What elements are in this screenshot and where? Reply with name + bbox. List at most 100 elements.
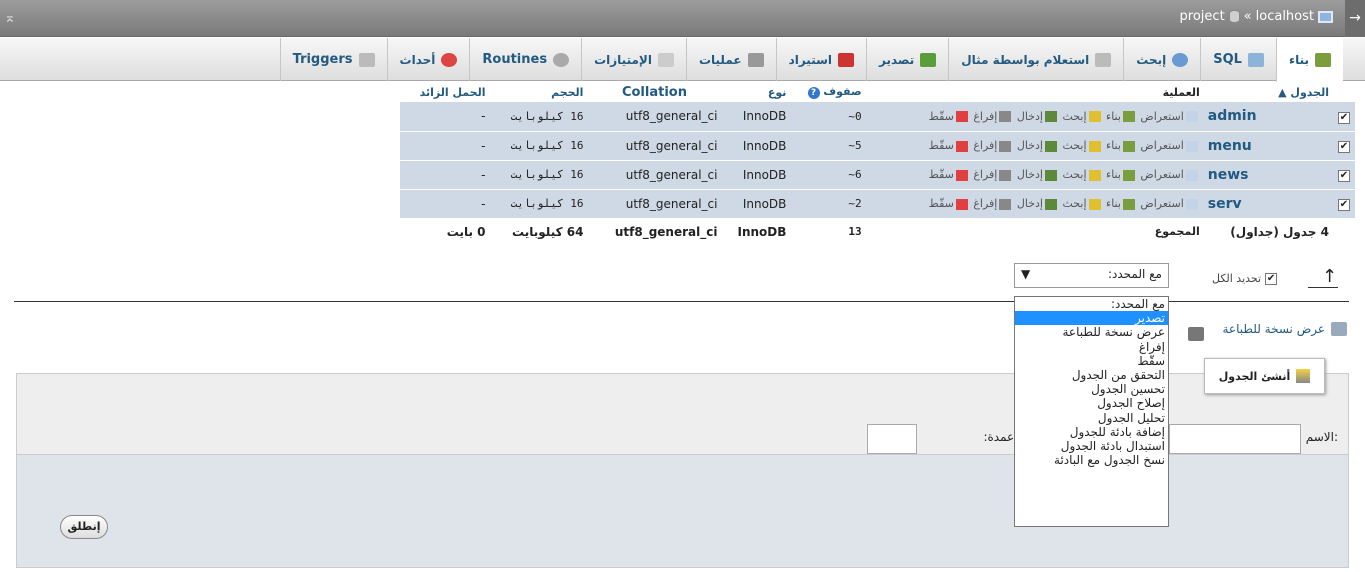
dropdown-option[interactable]: إضافة بادئة للجدول	[1015, 425, 1168, 439]
tab-routines[interactable]: Routines	[469, 38, 581, 81]
row-size: 16 كيلوبايت	[489, 102, 588, 132]
op-drop[interactable]: سقّط	[929, 168, 954, 181]
check-all-checkbox[interactable]: ✔	[1265, 272, 1278, 285]
row-collation: utf8_general_ci	[587, 131, 722, 161]
search-icon	[1088, 169, 1101, 181]
table-name[interactable]: admin	[1203, 102, 1333, 132]
summary-row: 4 جدول (جداول) المجموع 13 InnoDB utf8_ge…	[400, 218, 1355, 246]
insert-icon	[1044, 198, 1057, 210]
op-search[interactable]: إبحث	[1062, 168, 1086, 181]
op-drop[interactable]: سقّط	[929, 139, 954, 152]
tab-events[interactable]: أحداث	[386, 38, 470, 81]
with-selected-select[interactable]: مع المحدد: ▼	[1014, 263, 1169, 288]
tab-export[interactable]: تصدير	[866, 38, 948, 81]
col-rows[interactable]: صفوف ?	[790, 82, 866, 102]
row-type: InnoDB	[721, 160, 791, 190]
top-bar: ⌅ project « localhost →	[0, 0, 1365, 37]
print-view-link[interactable]: عرض نسخة للطباعة	[1223, 322, 1347, 336]
op-drop[interactable]: سقّط	[929, 197, 954, 210]
dropdown-option[interactable]: إفراغ	[1015, 340, 1168, 354]
database-icon	[1228, 10, 1240, 23]
col-overhead[interactable]: الحمل الزائد	[400, 82, 490, 102]
row-checkbox[interactable]: ✔	[1338, 199, 1350, 211]
tab-sql[interactable]: SQL	[1200, 38, 1276, 81]
columns-input[interactable]	[867, 424, 917, 454]
empty-icon	[999, 111, 1012, 123]
dropdown-option[interactable]: إصلاح الجدول	[1015, 396, 1168, 410]
op-empty[interactable]: إفراغ	[973, 110, 997, 123]
op-browse[interactable]: استعراض	[1140, 110, 1183, 123]
tab-search[interactable]: إبحث	[1123, 38, 1200, 81]
drop-icon	[955, 169, 968, 181]
dropdown-option[interactable]: مع المحدد:	[1015, 297, 1168, 311]
op-empty[interactable]: إفراغ	[973, 168, 997, 181]
op-structure[interactable]: بناء	[1106, 168, 1121, 181]
op-search[interactable]: إبحث	[1062, 110, 1086, 123]
row-overhead: -	[400, 160, 490, 190]
go-button[interactable]: إنطلق	[60, 515, 108, 539]
op-browse[interactable]: استعراض	[1140, 197, 1183, 210]
table-name-input[interactable]	[1169, 424, 1301, 454]
dropdown-option[interactable]: عرض نسخة للطباعة	[1015, 325, 1168, 339]
table-name[interactable]: news	[1203, 160, 1333, 190]
chevron-down-icon: ▼	[1021, 267, 1031, 281]
breadcrumb-server[interactable]: localhost	[1256, 9, 1314, 24]
row-checkbox[interactable]: ✔	[1338, 170, 1350, 182]
dropdown-option[interactable]: نسخ الجدول مع البادئة	[1015, 453, 1168, 467]
breadcrumb-db[interactable]: project	[1180, 9, 1225, 24]
op-empty[interactable]: إفراغ	[973, 197, 997, 210]
op-insert[interactable]: إدخال	[1017, 197, 1043, 210]
collapse-icon[interactable]: ⌅	[4, 4, 24, 32]
tab-structure[interactable]: بناء	[1275, 38, 1343, 82]
export-icon	[920, 52, 937, 67]
op-structure[interactable]: بناء	[1106, 139, 1121, 152]
op-browse[interactable]: استعراض	[1140, 168, 1183, 181]
help-icon[interactable]: ?	[807, 87, 820, 99]
row-checkbox[interactable]: ✔	[1338, 111, 1350, 124]
arrow-right-icon[interactable]: →	[1345, 0, 1365, 37]
tab-import[interactable]: استيراد	[775, 38, 866, 81]
row-checkbox[interactable]: ✔	[1338, 141, 1350, 153]
dropdown-option[interactable]: تحليل الجدول	[1015, 411, 1168, 425]
dropdown-option[interactable]: التحقق من الجدول	[1015, 368, 1168, 382]
col-collation[interactable]: Collation	[587, 82, 722, 102]
create-table-button[interactable]: أنشئ الجدول	[1204, 358, 1325, 394]
col-type[interactable]: نوع	[721, 82, 791, 102]
dropdown-option[interactable]: تصدير	[1015, 311, 1168, 326]
col-size[interactable]: الحجم	[489, 82, 588, 102]
row-overhead: -	[400, 131, 490, 161]
tab-bar: بناء SQL إبحث استعلام بواسطة مثال تصدير …	[0, 38, 1365, 82]
row-actions: استعراض بناء إبحث إدخال إفراغ سقّط	[865, 131, 1204, 161]
op-insert[interactable]: إدخال	[1017, 139, 1043, 152]
import-icon	[838, 52, 855, 67]
breadcrumb-sep: «	[1243, 9, 1252, 24]
empty-icon	[999, 198, 1012, 210]
tab-query[interactable]: استعلام بواسطة مثال	[948, 38, 1123, 81]
op-empty[interactable]: إفراغ	[973, 139, 997, 152]
op-insert[interactable]: إدخال	[1017, 168, 1043, 181]
op-insert[interactable]: إدخال	[1017, 110, 1043, 123]
row-collation: utf8_general_ci	[587, 102, 722, 132]
row-count: 5~	[790, 131, 866, 161]
dropdown-option[interactable]: استبدال بادئة الجدول	[1015, 439, 1168, 453]
op-structure[interactable]: بناء	[1106, 110, 1121, 123]
tab-operations[interactable]: عمليات	[685, 38, 776, 81]
tab-privileges[interactable]: الإمتيازات	[581, 38, 686, 81]
tab-triggers[interactable]: Triggers	[279, 38, 387, 81]
browse-icon	[1185, 169, 1198, 181]
dropdown-option[interactable]: سقّط	[1015, 354, 1168, 368]
dropdown-option[interactable]: تحسين الجدول	[1015, 382, 1168, 396]
table-name[interactable]: serv	[1203, 189, 1333, 219]
table-name[interactable]: menu	[1203, 131, 1333, 161]
op-drop[interactable]: سقّط	[929, 110, 954, 123]
table-row: ✔ admin استعراض بناء إبحث إدخال إفراغ سق…	[400, 102, 1355, 132]
op-browse[interactable]: استعراض	[1140, 139, 1183, 152]
op-search[interactable]: إبحث	[1062, 197, 1086, 210]
op-search[interactable]: إبحث	[1062, 139, 1086, 152]
insert-icon	[1044, 140, 1057, 152]
row-size: 16 كيلوبايت	[489, 160, 588, 190]
check-all[interactable]: ✔ تحديد الكل	[1212, 272, 1278, 285]
structure-icon	[1122, 111, 1135, 123]
col-table[interactable]: الجدول ▲	[1203, 82, 1333, 102]
op-structure[interactable]: بناء	[1106, 197, 1121, 210]
